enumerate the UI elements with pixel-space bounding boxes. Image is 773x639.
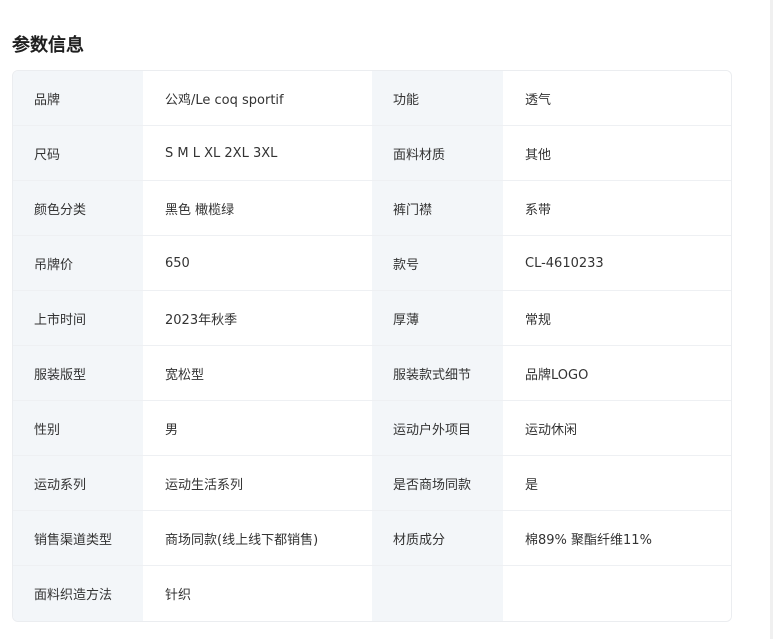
param-value: 商场同款(线上线下都销售) [143,511,372,565]
param-value: 系带 [503,181,731,235]
param-value: 宽松型 [143,346,372,400]
param-row-gender: 性别 男 运动户外项目 运动休闲 [13,401,731,456]
param-value: 黑色 橄榄绿 [143,181,372,235]
param-value: 品牌LOGO [503,346,731,400]
param-table: 品牌 公鸡/Le coq sportif 功能 透气 尺码 S M L XL 2… [12,70,732,622]
param-label-empty [372,566,503,621]
param-row-series: 运动系列 运动生活系列 是否商场同款 是 [13,456,731,511]
param-label: 材质成分 [372,511,503,565]
param-label: 吊牌价 [13,236,143,290]
param-label: 款号 [372,236,503,290]
param-row-brand: 品牌 公鸡/Le coq sportif 功能 透气 [13,71,731,126]
param-value: 是 [503,456,731,510]
param-label: 上市时间 [13,291,143,345]
param-value: CL-4610233 [503,236,731,290]
param-value: 棉89% 聚酯纤维11% [503,511,731,565]
param-row-channel: 销售渠道类型 商场同款(线上线下都销售) 材质成分 棉89% 聚酯纤维11% [13,511,731,566]
param-value: 公鸡/Le coq sportif [143,71,372,125]
param-label: 颜色分类 [13,181,143,235]
param-label: 面料织造方法 [13,566,143,621]
param-value: 针织 [143,566,372,621]
param-label: 功能 [372,71,503,125]
param-value: 运动休闲 [503,401,731,455]
param-label: 尺码 [13,126,143,180]
param-value: 650 [143,236,372,290]
section-title: 参数信息 [12,35,84,56]
param-label: 服装版型 [13,346,143,400]
param-value: 男 [143,401,372,455]
param-value: 运动生活系列 [143,456,372,510]
param-label: 服装款式细节 [372,346,503,400]
param-label: 裤门襟 [372,181,503,235]
param-row-fit: 服装版型 宽松型 服装款式细节 品牌LOGO [13,346,731,401]
param-label: 品牌 [13,71,143,125]
param-value-empty [503,566,731,621]
param-row-size: 尺码 S M L XL 2XL 3XL 面料材质 其他 [13,126,731,181]
param-label: 厚薄 [372,291,503,345]
param-label: 运动系列 [13,456,143,510]
param-row-weave: 面料织造方法 针织 [13,566,731,621]
param-row-price: 吊牌价 650 款号 CL-4610233 [13,236,731,291]
param-value: 常规 [503,291,731,345]
param-label: 是否商场同款 [372,456,503,510]
param-label: 面料材质 [372,126,503,180]
param-label: 销售渠道类型 [13,511,143,565]
param-row-color: 颜色分类 黑色 橄榄绿 裤门襟 系带 [13,181,731,236]
param-label: 性别 [13,401,143,455]
param-value: S M L XL 2XL 3XL [143,126,372,180]
param-value: 2023年秋季 [143,291,372,345]
param-value: 其他 [503,126,731,180]
param-label: 运动户外项目 [372,401,503,455]
param-value: 透气 [503,71,731,125]
param-row-release: 上市时间 2023年秋季 厚薄 常规 [13,291,731,346]
